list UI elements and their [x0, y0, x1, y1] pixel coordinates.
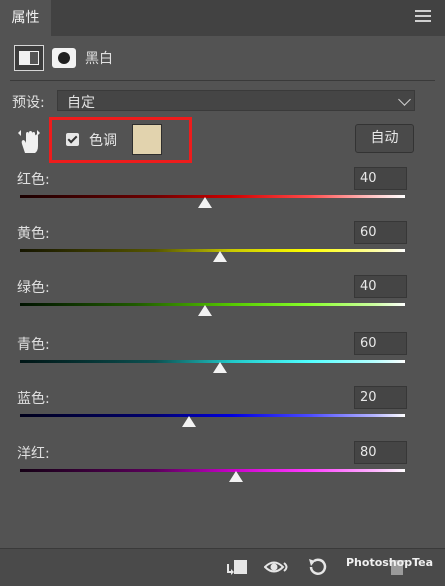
slider-value-input[interactable]: 60	[354, 332, 407, 355]
slider-label: 红色:	[17, 172, 50, 188]
toggle-visibility-icon[interactable]	[264, 558, 290, 576]
slider-thumb[interactable]	[182, 416, 197, 427]
panel-tab-bar: 属性	[0, 0, 445, 36]
slider-greens: 绿色: 40	[0, 275, 445, 330]
slider-thumb[interactable]	[213, 251, 228, 262]
slider-yellows: 黄色: 60	[0, 221, 445, 276]
slider-label: 黄色:	[17, 226, 50, 242]
divider	[10, 80, 435, 81]
auto-button[interactable]: 自动	[355, 124, 414, 153]
slider-thumb[interactable]	[213, 362, 228, 373]
slider-track[interactable]	[20, 414, 405, 417]
slider-cyans: 青色: 60	[0, 332, 445, 387]
preset-dropdown[interactable]: 自定	[57, 90, 415, 111]
tint-label: 色调	[89, 133, 117, 149]
slider-value-input[interactable]: 40	[354, 275, 407, 298]
slider-value-input[interactable]: 20	[354, 386, 407, 409]
preset-value: 自定	[67, 95, 95, 111]
properties-panel: 属性 黑白 预设: 自定 色调 自动 红色: 40 黄色: 60 绿色: 40	[0, 0, 445, 586]
tint-color-swatch[interactable]	[132, 124, 162, 155]
slider-value-input[interactable]: 80	[354, 441, 407, 464]
slider-track[interactable]	[20, 195, 405, 198]
targeted-adjustment-hand-icon[interactable]	[14, 124, 44, 154]
slider-reds: 红色: 40	[0, 167, 445, 222]
black-white-layer-icon[interactable]	[14, 45, 44, 71]
slider-label: 蓝色:	[17, 391, 50, 407]
panel-menu-icon[interactable]	[415, 10, 431, 24]
slider-track[interactable]	[20, 469, 405, 472]
clip-to-layer-icon[interactable]	[226, 558, 248, 576]
adjustment-title: 黑白	[85, 51, 113, 67]
slider-value-input[interactable]: 60	[354, 221, 407, 244]
slider-thumb[interactable]	[228, 471, 243, 482]
slider-label: 洋红:	[17, 446, 50, 462]
chevron-down-icon	[398, 93, 411, 106]
slider-thumb[interactable]	[197, 305, 212, 316]
tint-checkbox[interactable]	[66, 133, 79, 146]
slider-track[interactable]	[20, 303, 405, 306]
slider-label: 青色:	[17, 337, 50, 353]
watermark-text: PhotoshopTea	[346, 556, 434, 569]
slider-thumb[interactable]	[197, 197, 212, 208]
slider-blues: 蓝色: 20	[0, 386, 445, 441]
tab-properties[interactable]: 属性	[0, 0, 51, 36]
slider-magentas: 洋红: 80	[0, 441, 445, 496]
slider-value-input[interactable]: 40	[354, 167, 407, 190]
preset-label: 预设:	[12, 95, 45, 111]
mask-icon[interactable]	[52, 48, 76, 68]
reset-icon[interactable]	[306, 558, 328, 576]
slider-label: 绿色:	[17, 280, 50, 296]
